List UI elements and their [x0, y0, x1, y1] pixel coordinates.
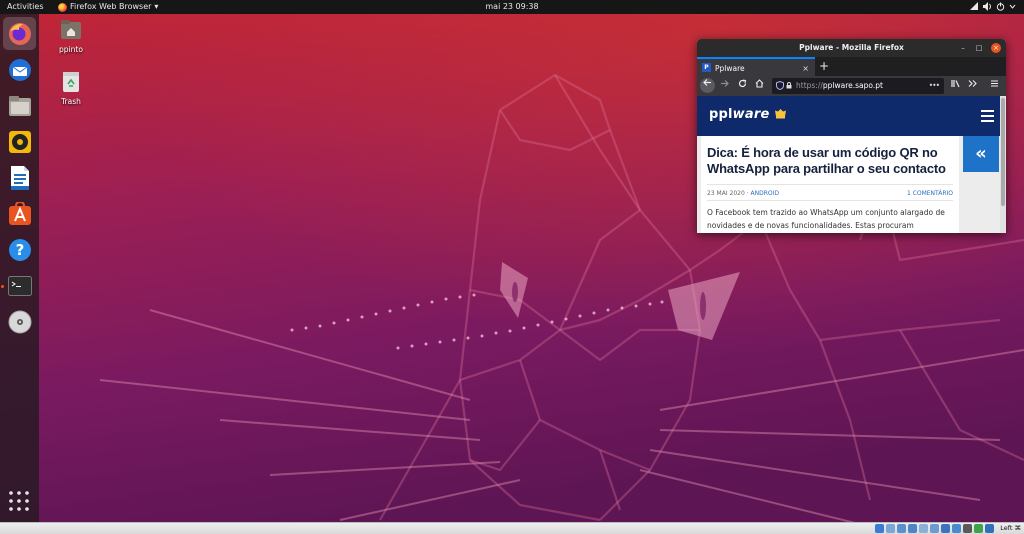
- disc-icon: [8, 310, 31, 333]
- shared-folder-icon[interactable]: [930, 524, 939, 533]
- tab-title: Pplware: [715, 64, 745, 73]
- dock-item-rhythmbox[interactable]: [3, 125, 36, 158]
- maximize-button[interactable]: □: [974, 43, 984, 53]
- article-card: Dica: É hora de usar um código QR no Wha…: [701, 136, 959, 233]
- vm-status-bar: Left ⌘: [0, 522, 1024, 534]
- reload-button[interactable]: [735, 78, 749, 94]
- overflow-menu-button[interactable]: [965, 78, 979, 94]
- dock-item-files[interactable]: [3, 89, 36, 122]
- library-icon: [951, 80, 960, 88]
- home-folder-icon: [61, 20, 81, 39]
- optical-drive-icon[interactable]: [886, 524, 895, 533]
- back-button[interactable]: [700, 78, 715, 93]
- top-bar: Activities Firefox Web Browser ▾ mai 23 …: [0, 0, 1024, 14]
- desktop-home-label: ppinto: [59, 45, 83, 54]
- dock-item-writer[interactable]: [3, 161, 36, 194]
- page-scrollbar[interactable]: [1000, 96, 1006, 233]
- scrollbar-thumb[interactable]: [1001, 98, 1005, 206]
- dock-item-help[interactable]: ?: [3, 233, 36, 266]
- host-key-label: Left ⌘: [1000, 524, 1021, 532]
- site-header: pplware: [697, 96, 1006, 136]
- desktop-home-folder[interactable]: ppinto: [49, 19, 93, 54]
- site-menu-icon[interactable]: [981, 110, 994, 122]
- new-tab-button[interactable]: +: [819, 57, 829, 75]
- show-applications-grid-icon[interactable]: [8, 490, 30, 512]
- home-icon: [755, 79, 763, 88]
- close-window-button[interactable]: ×: [991, 43, 1001, 53]
- recording-icon[interactable]: [963, 524, 972, 533]
- article-excerpt: O Facebook tem trazido ao WhatsApp um co…: [707, 208, 945, 230]
- cpu-icon[interactable]: [974, 524, 983, 533]
- dock-item-thunderbird[interactable]: [3, 53, 36, 86]
- menu-icon: [990, 80, 998, 87]
- double-chevron-left-icon: «: [975, 143, 987, 164]
- hamburger-menu-button[interactable]: [987, 78, 1001, 94]
- system-tray[interactable]: [970, 2, 1016, 11]
- article-category-link[interactable]: ANDROID: [751, 190, 780, 197]
- firefox-window: Pplware - Mozilla Firefox – □ × P Pplwar…: [697, 39, 1006, 233]
- double-chevron-right-icon: [968, 80, 977, 87]
- desktop-trash[interactable]: Trash: [49, 71, 93, 106]
- mouse-integration-icon[interactable]: [985, 524, 994, 533]
- page-actions-menu-icon[interactable]: •••: [929, 78, 940, 94]
- pplware-favicon-icon: P: [702, 63, 711, 72]
- svg-text:?: ?: [15, 241, 24, 259]
- navigation-toolbar: https://pplware.sapo.pt •••: [697, 76, 1006, 96]
- volume-icon: [983, 2, 991, 11]
- software-icon: [8, 201, 31, 225]
- window-title: Pplware - Mozilla Firefox: [799, 43, 904, 52]
- comments-link[interactable]: 1 COMENTÁRIO: [907, 190, 953, 197]
- dock-item-terminal[interactable]: [3, 269, 36, 302]
- tab-pplware[interactable]: P Pplware ×: [697, 57, 815, 76]
- dock-item-dvd[interactable]: [3, 305, 36, 338]
- files-icon: [8, 95, 31, 116]
- rhythmbox-icon: [8, 130, 31, 153]
- thunderbird-icon: [8, 58, 31, 81]
- trash-icon: [63, 72, 79, 92]
- audio-icon[interactable]: [897, 524, 906, 533]
- desktop-trash-label: Trash: [61, 97, 81, 106]
- library-button[interactable]: [949, 78, 963, 94]
- dock: ?: [0, 14, 39, 522]
- help-icon: ?: [8, 238, 31, 261]
- article-date: 23 MAI 2020: [707, 190, 745, 197]
- network-icon: [970, 2, 978, 10]
- writer-icon: [10, 165, 29, 190]
- window-titlebar[interactable]: Pplware - Mozilla Firefox – □ ×: [697, 39, 1006, 57]
- usb-icon[interactable]: [919, 524, 928, 533]
- terminal-icon: [7, 275, 32, 296]
- minimize-button[interactable]: –: [958, 43, 968, 53]
- firefox-icon: [8, 22, 31, 45]
- logo-text-ware: ware: [732, 107, 770, 122]
- power-icon: [996, 2, 1005, 11]
- capture-icon[interactable]: [952, 524, 961, 533]
- article-meta: 23 MAI 2020 · ANDROID 1 COMENTÁRIO: [707, 184, 953, 201]
- home-button[interactable]: [752, 78, 766, 94]
- network-icon[interactable]: [908, 524, 917, 533]
- logo-text: ppl: [709, 107, 733, 122]
- display-icon[interactable]: [941, 524, 950, 533]
- arrow-right-icon: [720, 80, 729, 87]
- disk-icon[interactable]: [875, 524, 884, 533]
- url-host: pplware.sapo.pt: [822, 81, 883, 90]
- article-title[interactable]: Dica: É hora de usar um código QR no Wha…: [707, 145, 953, 177]
- chevron-down-icon: [1009, 4, 1016, 9]
- dock-item-ubuntu-software[interactable]: [3, 197, 36, 230]
- page-content: pplware Dica: É hora de usar um código Q…: [697, 96, 1006, 233]
- logo-badge-icon: [775, 109, 787, 119]
- reload-icon: [738, 79, 746, 88]
- tab-strip: P Pplware × +: [697, 57, 1006, 76]
- url-bar[interactable]: https://pplware.sapo.pt •••: [772, 78, 944, 94]
- vm-status-icons: [875, 524, 994, 533]
- sidebar-toggle-button[interactable]: «: [963, 136, 999, 172]
- tracking-protection-shield-icon[interactable]: [776, 81, 784, 90]
- clock[interactable]: mai 23 09:38: [0, 0, 1024, 14]
- url-scheme: https://: [796, 81, 823, 90]
- pplware-logo[interactable]: pplware: [709, 107, 787, 122]
- dock-item-firefox[interactable]: [3, 17, 36, 50]
- arrow-left-icon: [703, 79, 711, 86]
- forward-button[interactable]: [717, 78, 731, 94]
- lock-icon[interactable]: [786, 82, 792, 89]
